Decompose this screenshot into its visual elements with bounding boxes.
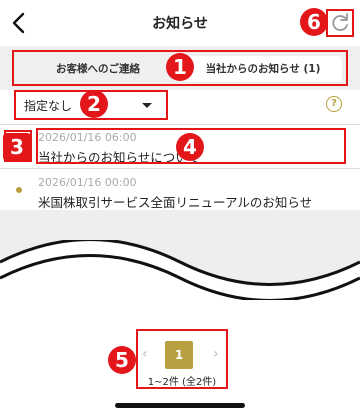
filter-row: 指定なし ? — [0, 90, 360, 122]
divider — [0, 124, 360, 125]
caret-down-icon — [142, 103, 152, 108]
next-page-button[interactable]: › — [213, 346, 219, 362]
prev-page-button[interactable]: ‹ — [142, 346, 148, 362]
annotation-badge-6: 6 — [300, 8, 328, 36]
annotation-badge-1: 1 — [166, 53, 194, 81]
wave-break-icon — [0, 240, 360, 300]
help-icon[interactable]: ? — [326, 96, 342, 112]
filter-value: 指定なし — [24, 99, 73, 113]
divider — [0, 168, 360, 169]
unread-dot-icon — [16, 187, 22, 193]
page-number-button[interactable]: 1 — [165, 341, 193, 369]
refresh-icon — [332, 13, 348, 31]
tab-customer-contact[interactable]: お客様へのご連絡 — [18, 56, 178, 82]
tab-company-notices[interactable]: 当社からのお知らせ (1) — [184, 56, 342, 82]
annotation-badge-5: 5 — [108, 346, 136, 374]
annotation-badge-4: 4 — [176, 133, 204, 161]
news-title: 米国株取引サービス全面リニューアルのお知らせ — [38, 195, 313, 210]
news-item[interactable]: 2026/01/16 00:00 米国株取引サービス全面リニューアルのお知らせ — [0, 170, 360, 214]
refresh-button[interactable] — [326, 9, 354, 37]
home-indicator — [115, 403, 245, 408]
annotation-badge-2: 2 — [80, 90, 108, 118]
annotation-badge-3: 3 — [3, 133, 31, 161]
news-date: 2026/01/16 00:00 — [38, 176, 137, 189]
pagination-info: 1~2件 (全2件) — [147, 377, 217, 388]
